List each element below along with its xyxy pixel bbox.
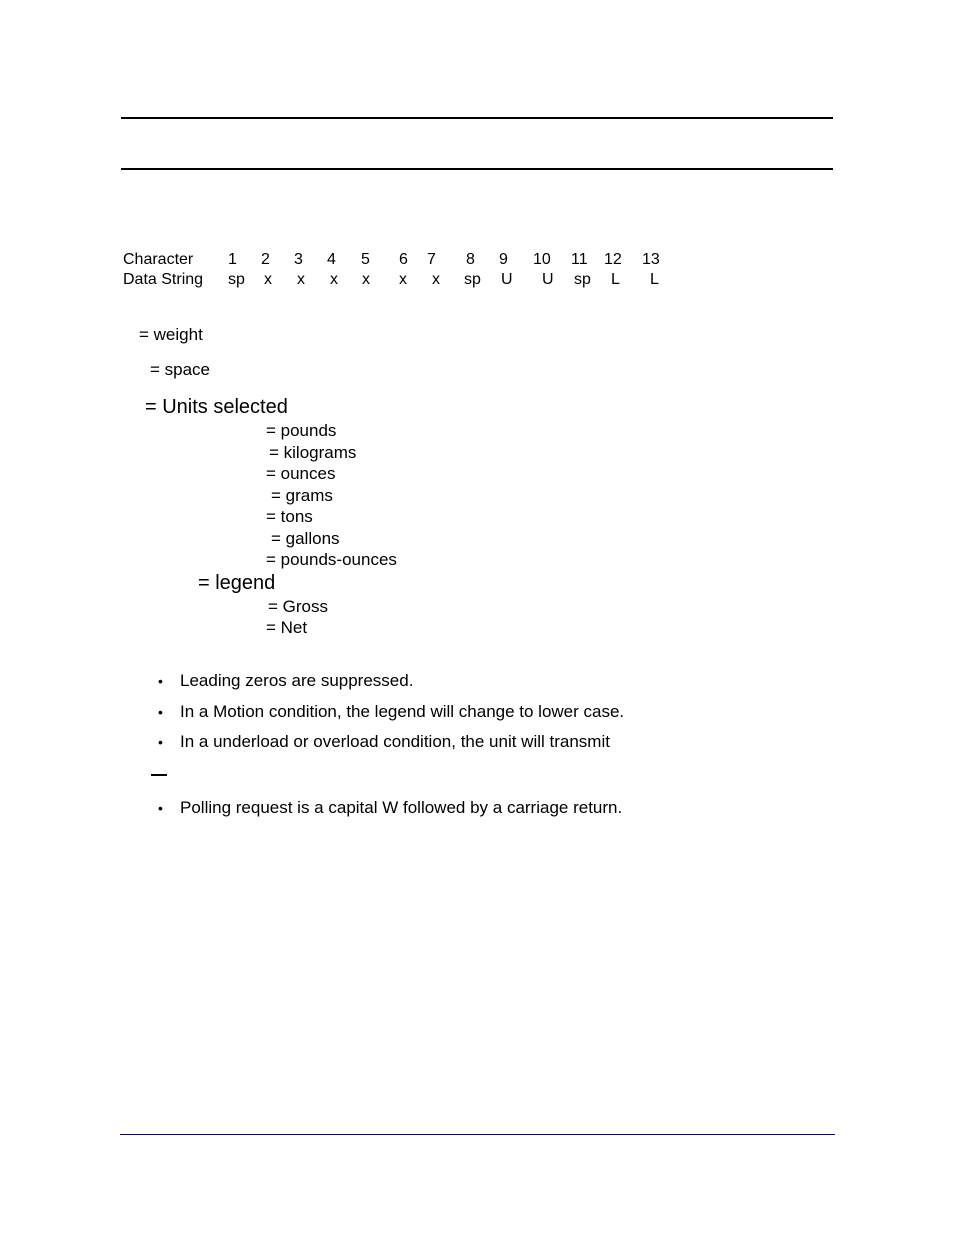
character-row-label: Character: [123, 251, 194, 268]
legend-gross: = Gross: [268, 597, 328, 616]
character-cell: 9: [499, 251, 508, 268]
unit-tons: = tons: [266, 507, 313, 526]
weight-definition: = weight: [139, 325, 203, 344]
footer-rule: [120, 1134, 835, 1135]
unit-kilograms: = kilograms: [269, 443, 357, 462]
data-string-cell: sp: [464, 271, 481, 288]
data-string-cell: U: [542, 271, 554, 288]
character-cell: 4: [327, 251, 336, 268]
data-string-cell: sp: [228, 271, 245, 288]
data-string-row-label: Data String: [123, 271, 204, 288]
character-cell: 1: [228, 251, 237, 268]
data-string-cell: U: [501, 271, 513, 288]
header-rule-bottom: [121, 168, 833, 170]
note-text: In a underload or overload condition, th…: [180, 732, 610, 751]
data-string-cell: x: [297, 271, 305, 288]
unit-pounds-ounces: = pounds-ounces: [266, 550, 397, 569]
data-string-cell: L: [611, 271, 620, 288]
dash-mark: [151, 774, 167, 776]
data-string-cell: L: [650, 271, 659, 288]
bullet-icon: •: [158, 734, 163, 750]
data-string-cell: x: [264, 271, 272, 288]
data-string-cell: sp: [574, 271, 591, 288]
data-string-cell: x: [399, 271, 407, 288]
data-string-cell: x: [432, 271, 440, 288]
data-string-cell: x: [362, 271, 370, 288]
character-cell: 3: [294, 251, 303, 268]
note-text: In a Motion condition, the legend will c…: [180, 702, 625, 721]
character-cell: 2: [261, 251, 270, 268]
character-cell: 11: [571, 251, 588, 268]
bullet-icon: •: [158, 704, 163, 720]
character-cell: 8: [466, 251, 475, 268]
character-cell: 10: [533, 251, 551, 268]
character-cell: 5: [361, 251, 370, 268]
legend-net: = Net: [266, 618, 308, 637]
header-rule-top: [121, 117, 833, 119]
note-text: Polling request is a capital W followed …: [180, 798, 623, 817]
unit-ounces: = ounces: [266, 464, 336, 483]
bullet-icon: •: [158, 800, 163, 816]
unit-grams: = grams: [271, 486, 333, 505]
data-string-cell: x: [330, 271, 338, 288]
legend-definition: = legend: [198, 572, 276, 594]
bullet-icon: •: [158, 673, 163, 689]
character-cell: 12: [604, 251, 622, 268]
character-cell: 6: [399, 251, 408, 268]
character-cell: 7: [427, 251, 436, 268]
unit-gallons: = gallons: [271, 529, 340, 548]
note-text: Leading zeros are suppressed.: [180, 671, 414, 690]
unit-pounds: = pounds: [266, 421, 337, 440]
space-definition: = space: [150, 360, 211, 379]
character-cell: 13: [642, 251, 660, 268]
units-selected-definition: = Units selected: [145, 396, 288, 418]
